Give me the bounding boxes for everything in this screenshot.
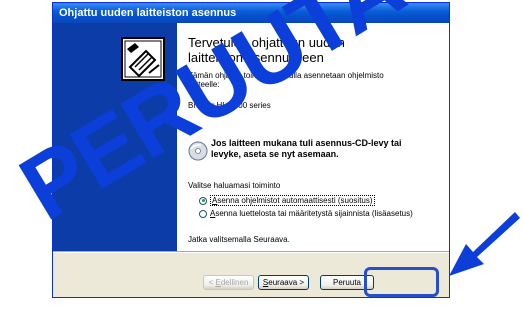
option-manual-label: Asenna luettelosta tai määritetystä sija… <box>210 209 413 218</box>
next-button[interactable]: Seuraava > <box>258 275 309 290</box>
continue-text: Jatka valitsemalla Seuraava. <box>188 235 290 244</box>
intro-text: Tämän ohjatun toiminnon avulla asennetaa… <box>188 71 384 89</box>
cd-icon <box>188 141 208 161</box>
option-automatic-label: Asenna ohjelmistot automaattisesti (suos… <box>210 195 375 206</box>
wizard-content: Tervetuloa ohjattuun uuden laitteiston a… <box>177 23 449 251</box>
button-separator <box>53 251 449 253</box>
hardware-install-icon <box>121 37 165 81</box>
window-title: Ohjattu uuden laitteiston asennus <box>53 3 449 23</box>
back-button[interactable]: < Edellinen <box>203 275 254 290</box>
cancel-highlight-box <box>364 267 439 297</box>
option-manual[interactable]: Asenna luettelosta tai määritetystä sija… <box>199 209 413 218</box>
wizard-side-panel <box>53 23 177 251</box>
device-name: Brother HL-2400 series <box>188 101 271 110</box>
choose-label: Valitse haluamasi toiminto <box>188 181 281 190</box>
radio-manual[interactable] <box>199 209 207 218</box>
cd-instruction: Jos laitteen mukana tuli asennus-CD-levy… <box>211 138 402 159</box>
welcome-heading: Tervetuloa ohjattuun uuden laitteiston a… <box>188 35 345 65</box>
option-automatic[interactable]: Asenna ohjelmistot automaattisesti (suos… <box>199 195 375 206</box>
hardware-wizard-dialog: Ohjattu uuden laitteiston asennus Tervet… <box>52 2 450 298</box>
radio-automatic[interactable] <box>199 196 207 205</box>
pointer-arrow-icon <box>449 212 520 276</box>
